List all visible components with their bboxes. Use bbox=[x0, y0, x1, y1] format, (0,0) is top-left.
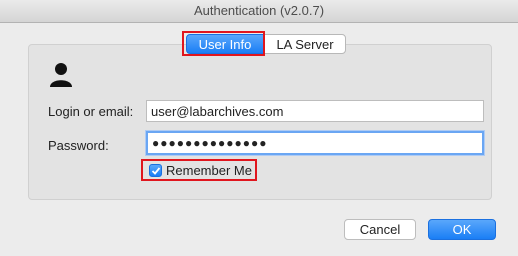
password-field[interactable]: ●●●●●●●●●●●●●● bbox=[146, 131, 484, 155]
remember-me-checkbox[interactable]: Remember Me bbox=[141, 159, 257, 181]
tab-la-server[interactable]: LA Server bbox=[264, 34, 346, 54]
password-label: Password: bbox=[48, 138, 109, 153]
login-email-field[interactable] bbox=[146, 100, 484, 122]
content-panel bbox=[28, 44, 492, 200]
checkmark-icon[interactable] bbox=[149, 164, 162, 177]
login-label: Login or email: bbox=[48, 104, 134, 119]
tab-user-info[interactable]: User Info bbox=[186, 34, 264, 54]
ok-button[interactable]: OK bbox=[428, 219, 496, 240]
remember-me-label: Remember Me bbox=[166, 163, 252, 178]
cancel-button[interactable]: Cancel bbox=[344, 219, 416, 240]
user-icon bbox=[48, 62, 74, 88]
window-title: Authentication (v2.0.7) bbox=[0, 0, 518, 23]
